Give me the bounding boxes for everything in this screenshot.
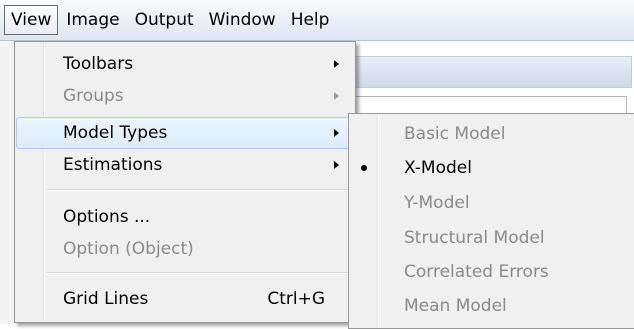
app-toolbar-band	[340, 56, 632, 88]
menu-item-option-object[interactable]: Option (Object)	[17, 233, 351, 265]
model-types-submenu: Basic Model X-Model Y-Model Structural M…	[348, 113, 634, 329]
menu-item-groups[interactable]: Groups	[17, 80, 351, 112]
submenu-item-basic-model[interactable]: Basic Model	[351, 117, 634, 151]
view-menu-dropdown: Toolbars Groups Model Types Estimations …	[14, 41, 356, 323]
menu-item-options[interactable]: Options ...	[17, 201, 351, 233]
radio-bullet-icon	[361, 165, 367, 171]
menu-item-label: Estimations	[63, 155, 163, 175]
menu-image[interactable]: Image	[59, 5, 126, 35]
menu-item-label: Options ...	[63, 207, 151, 227]
submenu-item-label: X-Model	[404, 158, 472, 178]
submenu-arrow-icon	[334, 129, 339, 137]
submenu-item-label: Y-Model	[404, 193, 470, 213]
app-background-left	[0, 41, 14, 324]
menu-window[interactable]: Window	[202, 5, 283, 35]
menu-item-estimations[interactable]: Estimations	[17, 149, 351, 181]
shortcut-label: Ctrl+G	[267, 289, 325, 309]
submenu-item-x-model[interactable]: X-Model	[351, 151, 634, 185]
menu-item-grid-lines[interactable]: Grid Lines Ctrl+G	[17, 283, 351, 315]
submenu-item-mean-model[interactable]: Mean Model	[351, 289, 634, 323]
menu-help[interactable]: Help	[284, 5, 337, 35]
menu-separator	[47, 272, 350, 274]
submenu-item-structural-model[interactable]: Structural Model	[351, 221, 634, 255]
menu-view[interactable]: View	[4, 5, 59, 35]
menu-item-label: Grid Lines	[63, 289, 149, 309]
menu-item-label: Option (Object)	[63, 239, 194, 259]
submenu-item-y-model[interactable]: Y-Model	[351, 186, 634, 220]
submenu-arrow-icon	[334, 60, 339, 68]
menu-item-label: Groups	[63, 86, 124, 106]
menu-bar: View Image Output Window Help	[0, 0, 634, 41]
submenu-item-correlated-errors[interactable]: Correlated Errors	[351, 255, 634, 289]
menu-item-toolbars[interactable]: Toolbars	[17, 48, 351, 80]
menu-separator	[47, 189, 350, 191]
submenu-arrow-icon	[334, 92, 339, 100]
menu-item-label: Toolbars	[63, 54, 134, 74]
submenu-arrow-icon	[334, 161, 339, 169]
menu-item-label: Model Types	[63, 123, 168, 143]
menu-output[interactable]: Output	[128, 5, 201, 35]
submenu-item-label: Mean Model	[404, 296, 507, 316]
submenu-item-label: Structural Model	[404, 228, 545, 248]
submenu-item-label: Correlated Errors	[404, 262, 549, 282]
submenu-item-label: Basic Model	[404, 124, 506, 144]
menu-item-model-types[interactable]: Model Types	[16, 117, 352, 149]
